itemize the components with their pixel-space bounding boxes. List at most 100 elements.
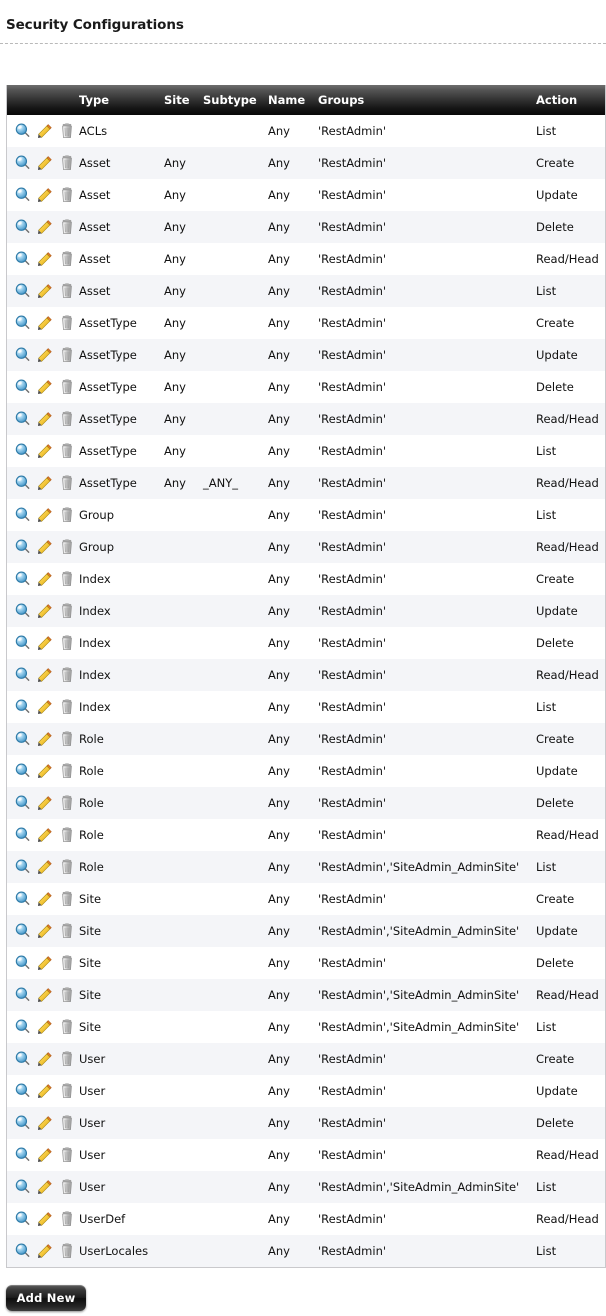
delete-icon[interactable] xyxy=(59,1019,75,1035)
delete-icon[interactable] xyxy=(59,955,75,971)
edit-icon[interactable] xyxy=(37,123,53,139)
view-icon[interactable] xyxy=(15,1115,31,1131)
view-icon[interactable] xyxy=(15,987,31,1003)
delete-icon[interactable] xyxy=(59,507,75,523)
view-icon[interactable] xyxy=(15,347,31,363)
edit-icon[interactable] xyxy=(37,571,53,587)
view-icon[interactable] xyxy=(15,411,31,427)
delete-icon[interactable] xyxy=(59,667,75,683)
delete-icon[interactable] xyxy=(59,795,75,811)
edit-icon[interactable] xyxy=(37,379,53,395)
edit-icon[interactable] xyxy=(37,603,53,619)
edit-icon[interactable] xyxy=(37,795,53,811)
delete-icon[interactable] xyxy=(59,123,75,139)
edit-icon[interactable] xyxy=(37,923,53,939)
view-icon[interactable] xyxy=(15,923,31,939)
delete-icon[interactable] xyxy=(59,731,75,747)
delete-icon[interactable] xyxy=(59,315,75,331)
view-icon[interactable] xyxy=(15,571,31,587)
delete-icon[interactable] xyxy=(59,219,75,235)
delete-icon[interactable] xyxy=(59,379,75,395)
delete-icon[interactable] xyxy=(59,1243,75,1259)
edit-icon[interactable] xyxy=(37,763,53,779)
edit-icon[interactable] xyxy=(37,699,53,715)
delete-icon[interactable] xyxy=(59,891,75,907)
edit-icon[interactable] xyxy=(37,1243,53,1259)
delete-icon[interactable] xyxy=(59,411,75,427)
edit-icon[interactable] xyxy=(37,955,53,971)
edit-icon[interactable] xyxy=(37,1147,53,1163)
view-icon[interactable] xyxy=(15,219,31,235)
delete-icon[interactable] xyxy=(59,283,75,299)
edit-icon[interactable] xyxy=(37,1115,53,1131)
view-icon[interactable] xyxy=(15,827,31,843)
view-icon[interactable] xyxy=(15,1051,31,1067)
view-icon[interactable] xyxy=(15,475,31,491)
edit-icon[interactable] xyxy=(37,155,53,171)
edit-icon[interactable] xyxy=(37,187,53,203)
edit-icon[interactable] xyxy=(37,219,53,235)
edit-icon[interactable] xyxy=(37,891,53,907)
view-icon[interactable] xyxy=(15,123,31,139)
delete-icon[interactable] xyxy=(59,1211,75,1227)
delete-icon[interactable] xyxy=(59,347,75,363)
edit-icon[interactable] xyxy=(37,539,53,555)
edit-icon[interactable] xyxy=(37,859,53,875)
view-icon[interactable] xyxy=(15,891,31,907)
edit-icon[interactable] xyxy=(37,507,53,523)
view-icon[interactable] xyxy=(15,315,31,331)
view-icon[interactable] xyxy=(15,251,31,267)
delete-icon[interactable] xyxy=(59,1051,75,1067)
delete-icon[interactable] xyxy=(59,539,75,555)
edit-icon[interactable] xyxy=(37,827,53,843)
delete-icon[interactable] xyxy=(59,1147,75,1163)
view-icon[interactable] xyxy=(15,1019,31,1035)
view-icon[interactable] xyxy=(15,379,31,395)
view-icon[interactable] xyxy=(15,667,31,683)
view-icon[interactable] xyxy=(15,635,31,651)
delete-icon[interactable] xyxy=(59,443,75,459)
delete-icon[interactable] xyxy=(59,1115,75,1131)
edit-icon[interactable] xyxy=(37,987,53,1003)
edit-icon[interactable] xyxy=(37,1051,53,1067)
view-icon[interactable] xyxy=(15,731,31,747)
delete-icon[interactable] xyxy=(59,635,75,651)
delete-icon[interactable] xyxy=(59,987,75,1003)
delete-icon[interactable] xyxy=(59,187,75,203)
delete-icon[interactable] xyxy=(59,475,75,491)
delete-icon[interactable] xyxy=(59,827,75,843)
add-new-button[interactable]: Add New xyxy=(6,1285,86,1311)
delete-icon[interactable] xyxy=(59,923,75,939)
view-icon[interactable] xyxy=(15,539,31,555)
edit-icon[interactable] xyxy=(37,347,53,363)
view-icon[interactable] xyxy=(15,699,31,715)
view-icon[interactable] xyxy=(15,859,31,875)
edit-icon[interactable] xyxy=(37,1019,53,1035)
edit-icon[interactable] xyxy=(37,251,53,267)
delete-icon[interactable] xyxy=(59,1179,75,1195)
delete-icon[interactable] xyxy=(59,699,75,715)
view-icon[interactable] xyxy=(15,795,31,811)
edit-icon[interactable] xyxy=(37,411,53,427)
view-icon[interactable] xyxy=(15,507,31,523)
view-icon[interactable] xyxy=(15,955,31,971)
delete-icon[interactable] xyxy=(59,1083,75,1099)
view-icon[interactable] xyxy=(15,1243,31,1259)
view-icon[interactable] xyxy=(15,155,31,171)
edit-icon[interactable] xyxy=(37,315,53,331)
delete-icon[interactable] xyxy=(59,155,75,171)
edit-icon[interactable] xyxy=(37,731,53,747)
view-icon[interactable] xyxy=(15,603,31,619)
delete-icon[interactable] xyxy=(59,859,75,875)
delete-icon[interactable] xyxy=(59,763,75,779)
view-icon[interactable] xyxy=(15,1211,31,1227)
edit-icon[interactable] xyxy=(37,1211,53,1227)
view-icon[interactable] xyxy=(15,1083,31,1099)
edit-icon[interactable] xyxy=(37,443,53,459)
edit-icon[interactable] xyxy=(37,475,53,491)
view-icon[interactable] xyxy=(15,283,31,299)
edit-icon[interactable] xyxy=(37,1083,53,1099)
view-icon[interactable] xyxy=(15,1147,31,1163)
view-icon[interactable] xyxy=(15,1179,31,1195)
delete-icon[interactable] xyxy=(59,251,75,267)
